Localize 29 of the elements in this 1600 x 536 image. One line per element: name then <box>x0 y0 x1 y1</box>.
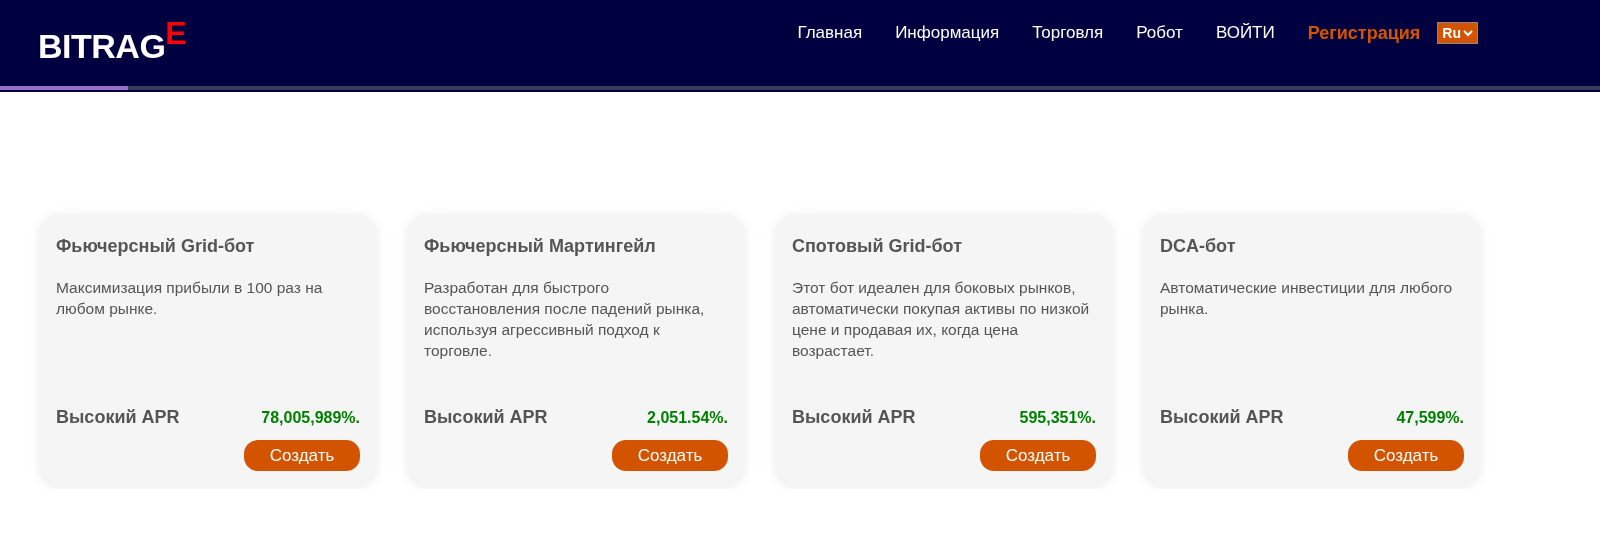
create-button[interactable]: Создать <box>980 440 1096 471</box>
nav-link[interactable]: ВОЙТИ <box>1215 23 1275 43</box>
card-description: Этот бот идеален для боковых рынков, автоматически покупая активы по низкой цене и продавая их, когда цена возрастает. <box>792 278 1091 361</box>
nav-link[interactable]: Главная <box>797 23 863 43</box>
card-description: Разработан для быстрого восстановления после падений рынка, используя агрессивный подход к торговле. <box>424 278 706 361</box>
nav-link[interactable]: Робот <box>1136 23 1183 43</box>
nav-link[interactable]: Информация <box>895 23 1000 43</box>
apr-value: 2,051.54%. <box>647 409 728 427</box>
apr-value: 595,351%. <box>1019 409 1096 427</box>
apr-value: 47,599%. <box>1396 409 1464 427</box>
nav-link[interactable]: Торговля <box>1032 23 1104 43</box>
apr-label: Высокий APR <box>424 407 548 428</box>
card-title: Фьючерсный Grid-бот <box>56 236 256 257</box>
logo[interactable]: BITRAGE <box>38 14 187 66</box>
apr-label: Высокий APR <box>56 407 180 428</box>
chevron-down-icon <box>1463 29 1473 37</box>
card-title: DCA-бот <box>1160 236 1237 257</box>
create-button[interactable]: Создать <box>612 440 728 471</box>
card-title: Спотовый Grid-бот <box>792 236 963 257</box>
card-description: Автоматические инвестиции для любого рынка. <box>1160 278 1454 319</box>
card-title: Фьючерсный Мартингейл <box>424 236 657 257</box>
create-button[interactable]: Создать <box>1348 440 1464 471</box>
language-select[interactable]: Ru <box>1437 22 1478 44</box>
apr-label: Высокий APR <box>792 407 916 428</box>
create-button[interactable]: Создать <box>244 440 360 471</box>
apr-value: 78,005,989%. <box>261 409 360 427</box>
apr-label: Высокий APR <box>1160 407 1284 428</box>
nav-link[interactable]: Регистрация <box>1307 22 1421 44</box>
card-description: Максимизация прибыли в 100 раз на любом рынке. <box>56 278 324 319</box>
